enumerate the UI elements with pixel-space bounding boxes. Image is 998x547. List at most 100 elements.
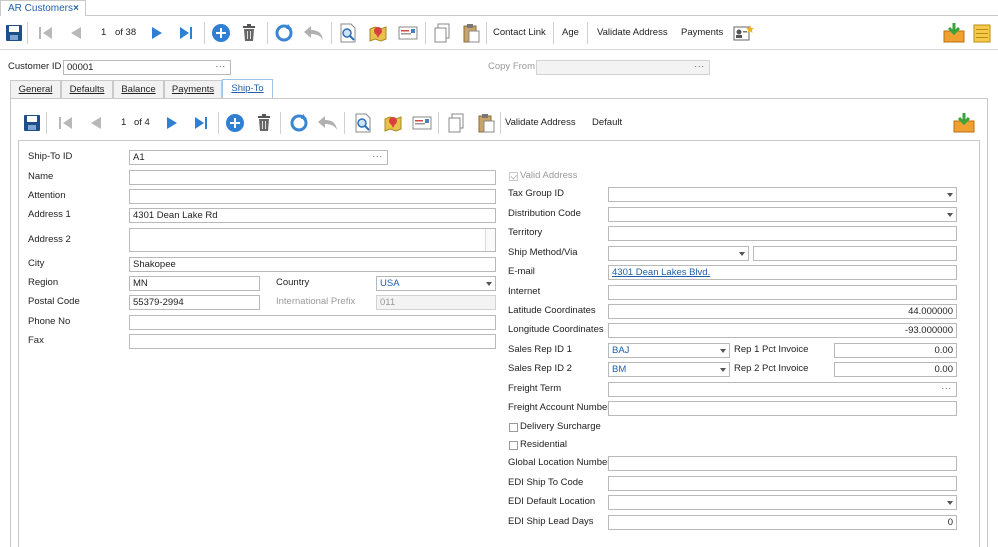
name-field[interactable] [129,170,496,185]
next-record-icon[interactable] [165,112,179,134]
delivery-surcharge-checkbox[interactable] [509,423,518,432]
country-label: Country [276,277,310,288]
paste-icon[interactable] [462,22,480,44]
residential-checkbox[interactable] [509,441,518,450]
last-record-icon[interactable] [193,112,209,134]
ship-via-field[interactable] [753,246,957,261]
tab-payments[interactable]: Payments [164,80,222,98]
territory-field[interactable] [608,226,957,241]
chevron-down-icon[interactable] [720,349,726,353]
tax-group-select[interactable] [608,187,957,202]
copy-icon[interactable] [447,112,465,134]
chevron-down-icon[interactable] [720,368,726,372]
address2-field[interactable] [129,228,496,252]
freight-term-field[interactable]: ... [608,382,957,397]
rep2-pct-field[interactable]: 0.00 [834,362,957,377]
payments-button[interactable]: Payments [681,16,723,50]
lookup-ellipsis-icon[interactable]: ... [941,383,952,393]
email-field[interactable]: 4301 Dean Lakes Blvd. [608,265,957,280]
postal-code-field[interactable]: 55379-2994 [129,295,260,310]
tab-defaults[interactable]: Defaults [61,80,113,98]
chevron-down-icon[interactable] [486,282,492,286]
fax-field[interactable] [129,334,496,349]
age-button[interactable]: Age [562,16,579,50]
address-card-icon[interactable] [412,112,432,134]
undo-icon[interactable] [317,112,339,134]
rep1-pct-field[interactable]: 0.00 [834,343,957,358]
record-total: of 38 [115,27,137,38]
sales-rep1-select[interactable]: BAJ [608,343,730,358]
ship-method-select[interactable] [608,246,749,261]
phone-label: Phone No [28,316,71,327]
attention-field[interactable] [129,189,496,204]
contact-card-star-icon[interactable] [733,22,755,44]
customer-id-field[interactable]: 00001 ... [63,60,231,75]
address1-field[interactable]: 4301 Dean Lake Rd [129,208,496,223]
delete-icon[interactable] [241,22,257,44]
lookup-ellipsis-icon[interactable]: ... [372,151,383,161]
lookup-ellipsis-icon: ... [694,60,705,69]
undo-icon[interactable] [303,22,325,44]
longitude-field[interactable]: -93.000000 [608,323,957,338]
rep1-pct-label: Rep 1 Pct Invoice [734,344,809,355]
delete-icon[interactable] [256,112,272,134]
sales-rep2-select[interactable]: BM [608,362,730,377]
freight-account-field[interactable] [608,401,957,416]
territory-label: Territory [508,227,543,238]
map-pin-icon[interactable] [368,22,388,44]
map-pin-icon[interactable] [383,112,403,134]
distribution-code-select[interactable] [608,207,957,222]
refresh-icon[interactable] [274,22,294,44]
first-record-icon[interactable] [38,22,54,44]
intl-prefix-field: 011 [376,295,496,310]
first-record-icon[interactable] [58,112,74,134]
chevron-down-icon[interactable] [947,193,953,197]
add-record-icon[interactable] [225,112,245,134]
copy-icon[interactable] [433,22,451,44]
search-icon[interactable] [339,22,357,44]
country-select[interactable]: USA [376,276,496,291]
download-export-icon[interactable] [943,22,965,44]
last-record-icon[interactable] [178,22,194,44]
region-field[interactable]: MN [129,276,260,291]
edi-lead-days-label: EDI Ship Lead Days [508,516,594,527]
close-tab-icon[interactable]: × [73,1,79,16]
previous-record-icon[interactable] [89,112,103,134]
gln-field[interactable] [608,456,957,471]
sales-rep1-label: Sales Rep ID 1 [508,344,572,355]
add-record-icon[interactable] [211,22,231,44]
paste-icon[interactable] [477,112,495,134]
edi-lead-days-field[interactable]: 0 [608,515,957,530]
notes-icon[interactable] [973,22,991,44]
refresh-icon[interactable] [289,112,309,134]
latitude-field[interactable]: 44.000000 [608,304,957,319]
tab-balance[interactable]: Balance [113,80,164,98]
lookup-ellipsis-icon[interactable]: ... [215,61,226,71]
next-record-icon[interactable] [150,22,164,44]
chevron-down-icon[interactable] [739,252,745,256]
search-icon[interactable] [354,112,372,134]
tab-general[interactable]: General [10,80,61,98]
chevron-down-icon[interactable] [947,213,953,217]
edi-ship-to-field[interactable] [608,476,957,491]
ship-to-id-field[interactable]: A1 ... [129,150,388,165]
default-button[interactable]: Default [592,106,622,140]
document-tab[interactable]: AR Customers × [0,0,86,16]
fax-label: Fax [28,335,44,346]
edi-default-location-select[interactable] [608,495,957,510]
validate-address-button[interactable]: Validate Address [597,16,668,50]
previous-record-icon[interactable] [69,22,83,44]
phone-field[interactable] [129,315,496,330]
internet-field[interactable] [608,285,957,300]
save-icon[interactable] [5,22,23,44]
validate-address-button[interactable]: Validate Address [505,106,576,140]
address-card-icon[interactable] [398,22,418,44]
tab-ship-to[interactable]: Ship-To [222,79,273,98]
address2-scrollbar[interactable] [485,229,495,251]
contact-link-button[interactable]: Contact Link [493,16,546,50]
customer-id-value: 00001 [67,62,94,73]
save-icon[interactable] [23,112,41,134]
download-export-icon[interactable] [953,112,975,134]
chevron-down-icon[interactable] [947,501,953,505]
city-field[interactable]: Shakopee [129,257,496,272]
